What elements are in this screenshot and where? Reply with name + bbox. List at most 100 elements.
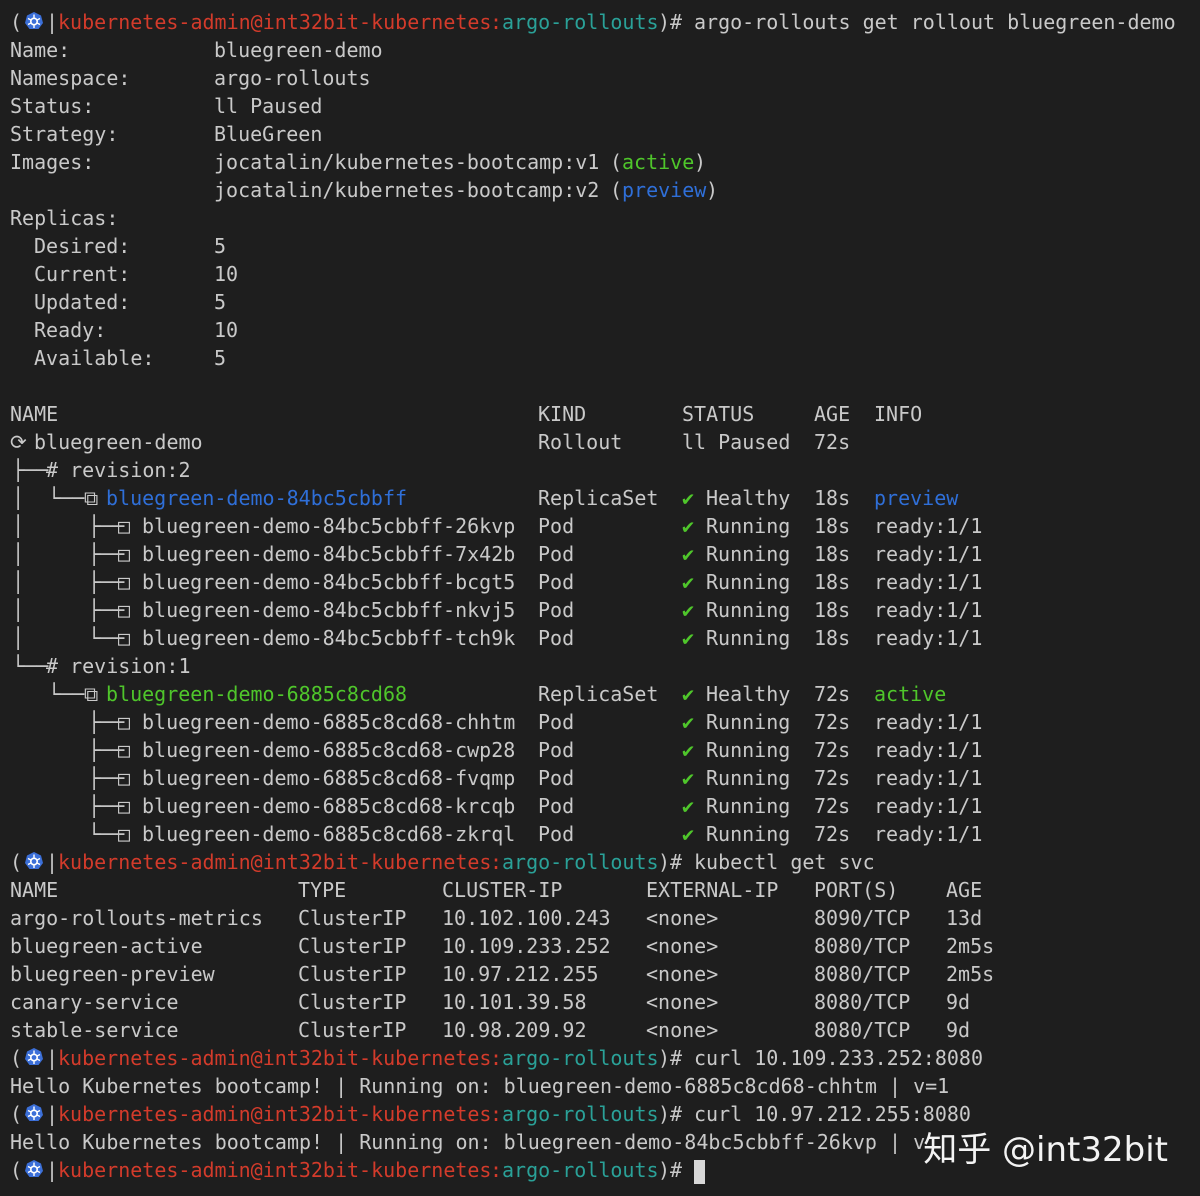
svc-col-type-header: TYPE [298, 878, 347, 902]
svc-ports: 8080/TCP [814, 962, 911, 986]
svc-type: ClusterIP [298, 934, 407, 958]
replicaset-row: │ └── ⧉ bluegreen-demo-84bc5cbbff ReplicaSet… [0, 484, 1200, 512]
svc-external_ip: <none> [646, 934, 719, 958]
pod-age: 72s [814, 710, 851, 734]
pod-kind: Pod [538, 794, 575, 818]
terminal-cursor[interactable] [694, 1160, 705, 1184]
svc-col-ports-header: PORT(S) [814, 878, 899, 902]
pod-kind: Pod [538, 598, 575, 622]
pod-icon: □ [118, 598, 131, 622]
prompt-hash: )# [658, 1102, 683, 1126]
terminal-window[interactable]: (| kubernetes-admin@int32bit-kubernetes: a… [0, 0, 1200, 1196]
summary-name: Name: bluegreen-demo [0, 36, 1200, 64]
rollout-name: bluegreen-demo [34, 430, 203, 454]
pod-icon: □ [118, 514, 131, 538]
revision-row: └── # revision:1 [0, 652, 1200, 680]
pod-info: ready:1/1 [874, 570, 983, 594]
replica-label: Available: [34, 346, 155, 370]
svc-age: 9d [946, 990, 971, 1014]
replica-value: 5 [214, 234, 227, 258]
pod-name: bluegreen-demo-84bc5cbbff-7x42b [142, 542, 516, 566]
pod-row: ├── □ bluegreen-demo-6885c8cd68-chhtm Pod ✔ R… [0, 708, 1200, 736]
summary-label: Name: [10, 38, 71, 62]
tree-branch: │ [12, 598, 25, 622]
prompt-namespace: argo-rollouts [502, 10, 659, 34]
svc-type: ClusterIP [298, 906, 407, 930]
prompt-context: kubernetes-admin@int32bit-kubernetes [58, 850, 492, 874]
svc-ports: 8080/TCP [814, 990, 911, 1014]
replicaset-status: Healthy [706, 682, 791, 706]
svc-cluster_ip: 10.97.212.255 [442, 962, 599, 986]
prompt-context: kubernetes-admin@int32bit-kubernetes [58, 10, 492, 34]
svc-row: bluegreen-active ClusterIP 10.109.233.252 <… [0, 932, 1200, 960]
summary-image: jocatalin/kubernetes-bootcamp:v2 (preview… [0, 176, 1200, 204]
svc-external_ip: <none> [646, 990, 719, 1014]
check-icon: ✔ [682, 794, 695, 818]
revision-label: # revision:2 [46, 458, 191, 482]
pod-icon: □ [118, 710, 131, 734]
pod-row: ├── □ bluegreen-demo-6885c8cd68-cwp28 Pod ✔ R… [0, 736, 1200, 764]
tree-branch: ├── [12, 458, 49, 482]
svc-external_ip: <none> [646, 962, 719, 986]
prompt-colon: : [490, 1046, 503, 1070]
pod-status: Running [706, 710, 791, 734]
pod-icon: □ [118, 738, 131, 762]
tree-branch: │ [12, 514, 25, 538]
svc-col-name-header: NAME [10, 878, 59, 902]
svc-name: bluegreen-active [10, 934, 203, 958]
pod-age: 72s [814, 822, 851, 846]
paren: ) [694, 150, 707, 174]
check-icon: ✔ [682, 626, 695, 650]
replicaset-name: bluegreen-demo-84bc5cbbff [106, 486, 408, 510]
svc-type: ClusterIP [298, 1018, 407, 1042]
svc-name: canary-service [10, 990, 179, 1014]
pod-age: 18s [814, 626, 851, 650]
pod-row: │ └── □ bluegreen-demo-84bc5cbbff-tch9k Pod ✔… [0, 624, 1200, 652]
summary-label: Namespace: [10, 66, 131, 90]
col-age-header: AGE [814, 402, 851, 426]
pod-name: bluegreen-demo-84bc5cbbff-26kvp [142, 514, 516, 538]
rollout-age: 72s [814, 430, 851, 454]
replica-label: Current: [34, 262, 131, 286]
pod-name: bluegreen-demo-84bc5cbbff-bcgt5 [142, 570, 516, 594]
pod-age: 72s [814, 766, 851, 790]
svc-cluster_ip: 10.102.100.243 [442, 906, 611, 930]
prompt-paren: ( [10, 850, 23, 874]
pod-age: 18s [814, 598, 851, 622]
svc-name: stable-service [10, 1018, 179, 1042]
prompt-separator: | [46, 1102, 59, 1126]
svc-age: 9d [946, 1018, 971, 1042]
revision-label: # revision:1 [46, 654, 191, 678]
replicaset-icon: ⧉ [84, 682, 99, 706]
replica-value: 5 [214, 346, 227, 370]
pod-name: bluegreen-demo-6885c8cd68-cwp28 [142, 738, 516, 762]
check-icon: ✔ [682, 822, 695, 846]
col-name-header: NAME [10, 402, 59, 426]
replica-row: Desired: 5 [0, 232, 1200, 260]
replicaset-row: └── ⧉ bluegreen-demo-6885c8cd68 ReplicaSet ✔… [0, 680, 1200, 708]
prompt-separator: | [46, 1046, 59, 1070]
kubernetes-icon [24, 1159, 44, 1182]
check-icon: ✔ [682, 766, 695, 790]
pod-kind: Pod [538, 710, 575, 734]
kubernetes-icon [24, 851, 44, 874]
pod-icon: □ [118, 794, 131, 818]
pod-status: Running [706, 542, 791, 566]
rollout-kind: Rollout [538, 430, 623, 454]
col-kind-header: KIND [538, 402, 587, 426]
prompt-paren: ( [10, 1102, 23, 1126]
pod-status: Running [706, 766, 791, 790]
replicaset-kind: ReplicaSet [538, 682, 659, 706]
check-icon: ✔ [682, 570, 695, 594]
prompt-separator: | [46, 1158, 59, 1182]
replicaset-name: bluegreen-demo-6885c8cd68 [106, 682, 408, 706]
pod-kind: Pod [538, 822, 575, 846]
pod-name: bluegreen-demo-6885c8cd68-chhtm [142, 710, 516, 734]
summary-value: bluegreen-demo [214, 38, 383, 62]
check-icon: ✔ [682, 542, 695, 566]
replica-value: 5 [214, 290, 227, 314]
svc-ports: 8080/TCP [814, 934, 911, 958]
svc-row: argo-rollouts-metrics ClusterIP 10.102.100… [0, 904, 1200, 932]
pod-row: │ ├── □ bluegreen-demo-84bc5cbbff-bcgt5 Pod ✔… [0, 568, 1200, 596]
prompt-colon: : [490, 10, 503, 34]
